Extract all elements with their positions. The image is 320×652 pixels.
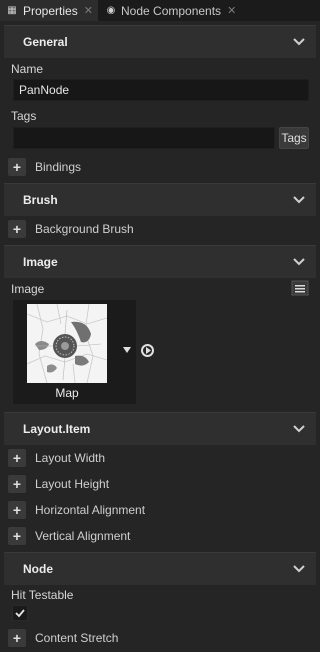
tab-properties[interactable]: ▦ Properties ✕ (0, 0, 98, 21)
chevron-down-icon[interactable] (292, 422, 306, 436)
tab-bar: ▦ Properties ✕ ◉ Node Components ✕ (0, 0, 320, 21)
section-title: General (23, 35, 68, 49)
tags-field[interactable] (13, 127, 275, 149)
section-title: Node (23, 562, 53, 576)
image-browse-icon[interactable] (291, 280, 309, 296)
name-label: Name (11, 62, 44, 76)
tab-properties-label: Properties (23, 3, 78, 18)
section-title: Brush (23, 193, 58, 207)
tab-node-components-label: Node Components (121, 3, 222, 18)
chevron-down-icon[interactable] (292, 193, 306, 207)
checkmark-icon (15, 609, 25, 618)
close-icon[interactable]: ✕ (84, 4, 93, 17)
reset-arrow-icon[interactable] (140, 343, 155, 358)
close-icon[interactable]: ✕ (227, 4, 236, 17)
plus-icon[interactable]: + (8, 629, 26, 647)
add-bindings-row[interactable]: + Bindings (4, 155, 316, 179)
tags-button-label: Tags (281, 131, 307, 145)
caret-down-icon[interactable] (122, 346, 132, 354)
plus-icon[interactable]: + (8, 475, 26, 493)
image-thumbnail[interactable]: Map (13, 300, 136, 404)
section-title: Image (23, 255, 58, 269)
components-icon: ◉ (106, 5, 116, 16)
properties-icon: ▦ (7, 5, 17, 16)
name-field[interactable]: PanNode (13, 79, 309, 101)
bindings-label: Bindings (35, 160, 82, 174)
section-header-brush[interactable]: Brush (4, 183, 316, 216)
add-content-stretch-row[interactable]: + Content Stretch (4, 626, 316, 650)
background-brush-label: Background Brush (35, 222, 134, 236)
layout-height-label: Layout Height (35, 477, 110, 491)
plus-icon[interactable]: + (8, 501, 26, 519)
section-header-image[interactable]: Image (4, 245, 316, 278)
chevron-down-icon[interactable] (292, 255, 306, 269)
map-thumbnail-image (27, 304, 107, 383)
tab-node-components[interactable]: ◉ Node Components ✕ (99, 0, 249, 21)
section-header-node[interactable]: Node (4, 552, 316, 585)
add-horizontal-alignment-row[interactable]: + Horizontal Alignment (4, 498, 316, 522)
section-header-general[interactable]: General (4, 25, 316, 58)
plus-icon[interactable]: + (8, 449, 26, 467)
section-header-layout-item[interactable]: Layout.Item (4, 412, 316, 445)
add-background-brush-row[interactable]: + Background Brush (4, 217, 316, 241)
plus-icon[interactable]: + (8, 158, 26, 176)
image-label: Image (11, 282, 45, 296)
name-field-value: PanNode (19, 83, 70, 97)
chevron-down-icon[interactable] (292, 35, 306, 49)
section-title: Layout.Item (23, 422, 91, 436)
hit-testable-label: Hit Testable (11, 588, 74, 602)
add-vertical-alignment-row[interactable]: + Vertical Alignment (4, 524, 316, 548)
vertical-alignment-label: Vertical Alignment (35, 529, 131, 543)
layout-width-label: Layout Width (35, 451, 106, 465)
hit-testable-checkbox[interactable] (12, 605, 28, 621)
horizontal-alignment-label: Horizontal Alignment (35, 503, 146, 517)
add-layout-width-row[interactable]: + Layout Width (4, 446, 316, 470)
plus-icon[interactable]: + (8, 527, 26, 545)
tags-label: Tags (11, 109, 37, 123)
properties-panel: General Name PanNode Tags Tags + Binding… (0, 21, 320, 652)
chevron-down-icon[interactable] (292, 562, 306, 576)
add-layout-height-row[interactable]: + Layout Height (4, 472, 316, 496)
plus-icon[interactable]: + (8, 220, 26, 238)
content-stretch-label: Content Stretch (35, 631, 119, 645)
thumbnail-caption: Map (55, 386, 79, 400)
tags-button[interactable]: Tags (279, 127, 309, 149)
